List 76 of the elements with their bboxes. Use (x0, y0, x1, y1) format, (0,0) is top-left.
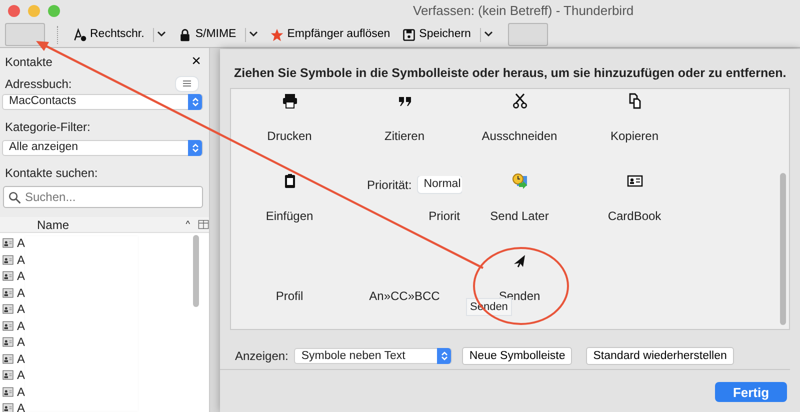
toolbar-button[interactable]: S/MIME (175, 26, 240, 44)
sidebar-title: Kontakte (5, 54, 52, 71)
toolbar-button[interactable]: Speichern (399, 26, 474, 44)
contact-card-icon (1, 370, 15, 380)
scrollbar-thumb[interactable] (780, 172, 786, 325)
palette-item[interactable]: Zitieren (384, 126, 424, 145)
push-button[interactable]: Neue Symbolleiste (462, 347, 572, 366)
window-title: Verfassen: (kein Betreff) - Thunderbird (413, 2, 634, 20)
contact-name[interactable]: A (17, 234, 26, 252)
select-value: Alle anzeigen (9, 140, 78, 156)
column-picker-icon (198, 219, 209, 230)
contact-card-icon (1, 288, 15, 298)
close-button[interactable] (8, 5, 20, 17)
contact-card-icon (1, 238, 15, 248)
contact-name[interactable]: A (17, 350, 26, 368)
palette-item[interactable]: Send Later (490, 206, 549, 225)
contact-card-icon (1, 354, 15, 364)
toolbar-button[interactable]: Rechtschr. (70, 26, 148, 44)
palette-item[interactable]: Kopieren (610, 126, 659, 145)
field-label: Adressbuch: (5, 76, 72, 93)
minimize-button[interactable] (28, 5, 40, 17)
contact-card-icon (1, 271, 15, 282)
printer-icon (282, 92, 298, 111)
instruction-text: Ziehen Sie Symbole in die Symbolleiste oder heraus, um sie hinzuzufügen oder zu entfernen. (233, 65, 788, 82)
spelling-icon (73, 28, 87, 42)
contact-card-icon (1, 320, 15, 331)
contact-name[interactable]: A (17, 399, 26, 412)
select-value: MacContacts (9, 94, 76, 110)
field-label: Kategorie-Filter: (5, 120, 90, 134)
field-label: Priorität: (367, 176, 412, 194)
field-label: Anzeigen: (235, 348, 288, 366)
lock-icon (178, 28, 192, 42)
palette-item[interactable]: Drucken (267, 126, 312, 145)
contact-card-icon (1, 254, 15, 265)
contact-card-icon (1, 386, 15, 397)
select-field[interactable]: Alle anzeigen (2, 140, 203, 156)
contact-name[interactable]: A (17, 333, 26, 352)
close-button[interactable]: × (192, 50, 201, 74)
palette-item[interactable]: An»CC»BCC (369, 286, 440, 305)
contact-name[interactable]: A (17, 300, 26, 318)
field-label: Kontakte suchen: (5, 166, 98, 180)
done-button[interactable]: Fertig (715, 382, 787, 402)
scissors-icon (512, 92, 528, 111)
contact-name[interactable]: A (17, 284, 26, 302)
palette-item[interactable]: CardBook (608, 206, 662, 225)
menu-button[interactable] (175, 76, 199, 92)
contact-name[interactable]: A (17, 382, 26, 401)
palette-item[interactable]: Priorit (428, 206, 460, 225)
zoom-button[interactable] (48, 5, 60, 17)
toolbar-slot[interactable] (508, 23, 548, 46)
toolbar-slot[interactable] (5, 23, 45, 46)
select-field[interactable]: Symbole neben Text (294, 348, 452, 364)
copy-icon (626, 92, 642, 111)
contact-name[interactable]: A (17, 366, 26, 384)
menu-icon (183, 80, 191, 87)
clock-arrow-icon (512, 172, 528, 191)
sort-indicator: ^ (186, 218, 190, 231)
push-button[interactable]: Standard wiederherstellen (586, 347, 734, 366)
contact-name[interactable]: A (17, 316, 26, 335)
column-header[interactable]: Name (37, 216, 70, 234)
contact-card-icon (1, 403, 15, 412)
priority-select[interactable]: Normal (416, 176, 462, 194)
select-value: Symbole neben Text (301, 348, 406, 364)
palette-item[interactable]: Profil (276, 286, 304, 305)
star-icon (270, 28, 284, 42)
contact-name[interactable]: A (17, 250, 26, 269)
toolbar-button[interactable]: Empfänger auflösen (267, 26, 394, 44)
contact-name[interactable]: A (17, 267, 26, 286)
palette-item[interactable]: Ausschneiden (482, 126, 558, 145)
contact-card-icon (1, 337, 15, 348)
search-field[interactable]: Suchen... (3, 186, 203, 208)
palette-item[interactable]: Einfügen (266, 206, 314, 225)
select-field[interactable]: MacContacts (2, 94, 203, 110)
scrollbar-thumb[interactable] (193, 235, 199, 307)
search-icon (8, 190, 21, 204)
contact-card-icon (1, 304, 15, 314)
